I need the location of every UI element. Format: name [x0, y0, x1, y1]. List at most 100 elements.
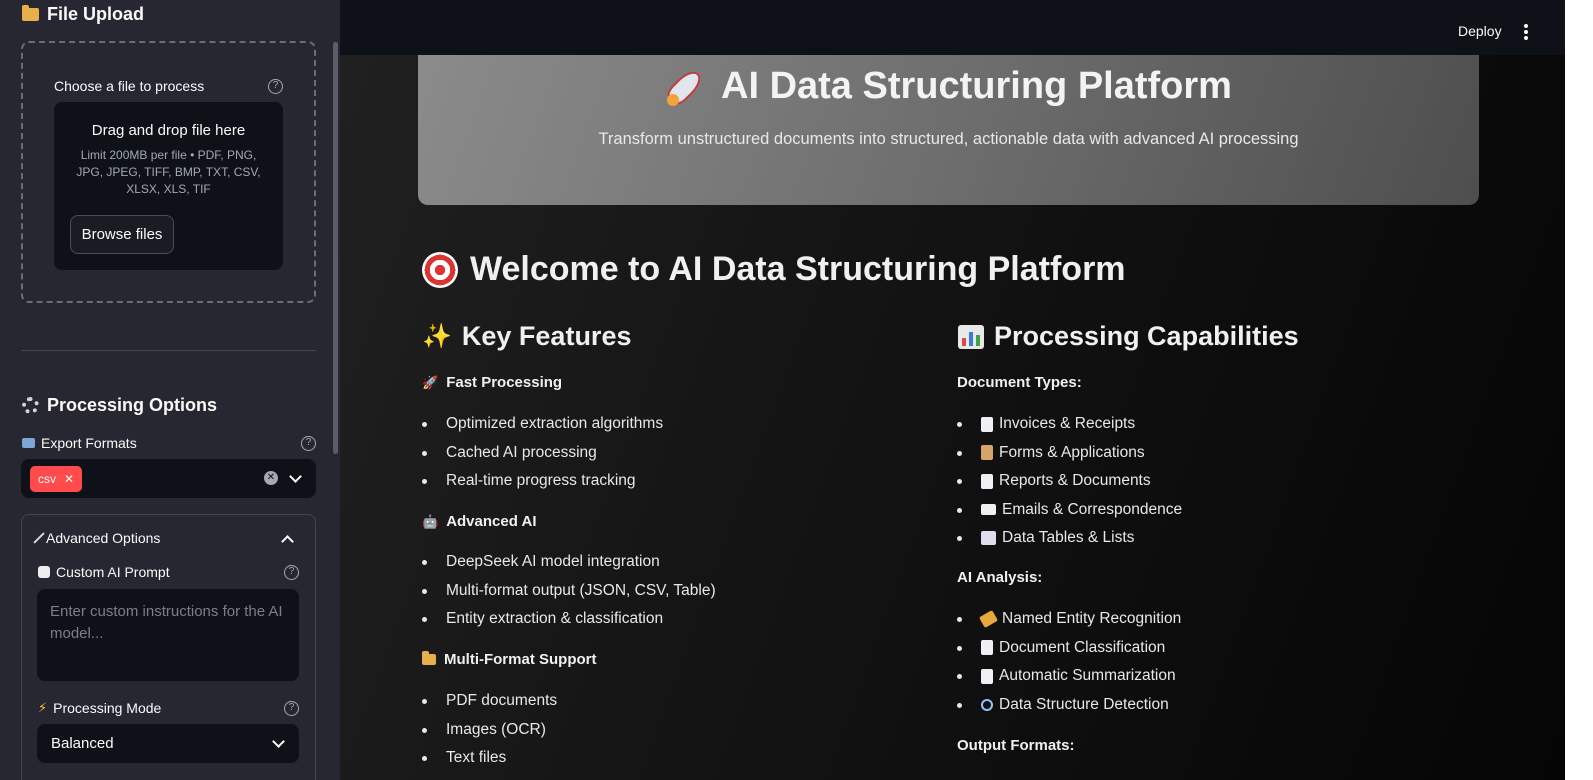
memo-icon [981, 473, 993, 489]
list-item-label: Reports & Documents [999, 472, 1151, 490]
list-item: Document Classification [955, 634, 1181, 663]
processing-mode-select[interactable]: Balanced [37, 724, 299, 763]
main-content: AI Data Structuring Platform Transform u… [340, 55, 1565, 780]
window-edge [1565, 0, 1593, 780]
advanced-options-header[interactable]: Advanced Options [33, 530, 296, 548]
fast-processing-heading: 🚀 Fast Processing [422, 374, 562, 391]
document-types-list: Invoices & Receipts Forms & Applications… [955, 410, 1182, 553]
sidebar-scrollbar[interactable] [332, 0, 340, 780]
advanced-options-label: Advanced Options [46, 530, 161, 546]
processing-mode-value: Balanced [51, 735, 114, 752]
multi-format-title: Multi-Format Support [444, 651, 597, 668]
processing-options-title: Processing Options [47, 395, 218, 415]
export-formats-label-group: Export Formats [22, 435, 137, 451]
app-header: Deploy [340, 0, 1593, 55]
list-item-label: Document Classification [999, 638, 1166, 656]
selected-format-tag[interactable]: csv ✕ [30, 466, 83, 492]
envelope-icon [981, 504, 996, 516]
file-dropzone[interactable]: Drag and drop file here Limit 200MB per … [54, 102, 283, 270]
processing-options-heading: Processing Options [22, 395, 217, 416]
sparkles-icon: ✨ [422, 323, 452, 350]
folder-icon [22, 5, 39, 21]
sidebar: File Upload Choose a file to process ? D… [0, 0, 340, 780]
list-item: Entity extraction & classification [420, 605, 716, 634]
list-item: Real-time progress tracking [420, 467, 663, 496]
uploader-label: Choose a file to process [54, 78, 205, 94]
file-upload-heading: File Upload [22, 4, 144, 25]
key-features-title: Key Features [461, 321, 632, 351]
list-item: Optimized extraction algorithms [420, 410, 663, 439]
page-icon [981, 640, 993, 656]
hero-title: AI Data Structuring Platform [721, 65, 1232, 107]
browse-files-button[interactable]: Browse files [70, 215, 174, 254]
bar-chart-icon [958, 324, 984, 349]
tag-label: csv [38, 472, 56, 486]
hero-title-row: AI Data Structuring Platform [418, 65, 1479, 108]
document-types-heading: Document Types: [957, 374, 1082, 391]
lightning-icon: ⚡ [38, 700, 48, 715]
help-icon[interactable]: ? [268, 78, 283, 94]
advanced-ai-list: DeepSeek AI model integration Multi-form… [420, 548, 716, 634]
memo-icon [981, 668, 993, 684]
export-formats-label: Export Formats [41, 435, 137, 451]
list-item-label: Data Tables & Lists [1002, 529, 1135, 547]
list-item: Multi-format output (JSON, CSV, Table) [420, 577, 716, 606]
main-menu-icon[interactable] [1524, 24, 1528, 42]
advanced-options-label-group: Advanced Options [33, 530, 161, 546]
list-item: DeepSeek AI model integration [420, 548, 716, 577]
sidebar-divider [21, 350, 316, 351]
hero-banner: AI Data Structuring Platform Transform u… [418, 55, 1479, 205]
list-item: Data Tables & Lists [955, 524, 1182, 553]
processing-mode-label: Processing Mode [53, 700, 162, 716]
list-item: PDF documents [420, 687, 557, 716]
file-upload-title: File Upload [47, 4, 145, 24]
list-item: Text files [420, 744, 557, 773]
list-item: Reports & Documents [955, 467, 1182, 496]
list-item: Named Entity Recognition [955, 605, 1181, 634]
welcome-title: Welcome to AI Data Structuring Platform [470, 250, 1126, 288]
deploy-button[interactable]: Deploy [1458, 23, 1502, 39]
capabilities-title: Processing Capabilities [994, 321, 1299, 351]
chevron-up-icon[interactable] [281, 534, 294, 548]
custom-prompt-label-group: Custom AI Prompt [38, 564, 170, 580]
inbox-tray-icon [22, 438, 35, 448]
help-icon[interactable]: ? [284, 564, 299, 580]
multi-format-heading: Multi-Format Support [422, 651, 596, 668]
clear-all-icon[interactable]: ✕ [264, 471, 278, 485]
dropzone-title: Drag and drop file here [91, 122, 246, 139]
custom-prompt-textarea[interactable]: Enter custom instructions for the AI mod… [37, 589, 299, 681]
chevron-down-icon[interactable] [272, 735, 285, 748]
remove-tag-icon[interactable]: ✕ [64, 472, 74, 486]
list-item: Cached AI processing [420, 439, 663, 468]
list-item: Emails & Correspondence [955, 496, 1182, 525]
gear-icon [22, 397, 39, 414]
fast-processing-title: Fast Processing [446, 374, 563, 391]
custom-prompt-label-row: Custom AI Prompt ? [38, 564, 299, 580]
help-icon[interactable]: ? [284, 700, 299, 716]
uploader-label-row: Choose a file to process ? [54, 78, 283, 94]
processing-mode-label-group: ⚡ Processing Mode [38, 700, 161, 716]
ai-analysis-list: Named Entity Recognition Document Classi… [955, 605, 1181, 719]
dropzone-limit-text: Limit 200MB per file • PDF, PNG, JPG, JP… [76, 148, 261, 196]
advanced-ai-heading: 🤖 Advanced AI [422, 513, 537, 530]
list-item-label: Forms & Applications [999, 443, 1145, 461]
list-item: Forms & Applications [955, 439, 1182, 468]
multi-format-list: PDF documents Images (OCR) Text files [420, 687, 557, 773]
list-item-label: Data Structure Detection [999, 695, 1169, 713]
output-formats-heading: Output Formats: [957, 737, 1075, 754]
robot-icon: 🤖 [422, 513, 439, 529]
help-icon[interactable]: ? [301, 435, 316, 451]
list-item-label: Emails & Correspondence [1002, 500, 1183, 518]
export-formats-label-row: Export Formats ? [22, 435, 316, 451]
list-item: Invoices & Receipts [955, 410, 1182, 439]
target-icon [422, 251, 458, 288]
export-formats-multiselect[interactable]: csv ✕ ✕ [21, 459, 316, 498]
sidebar-scrollbar-thumb[interactable] [333, 42, 338, 454]
ai-analysis-heading: AI Analysis: [957, 569, 1043, 586]
clipboard-icon [981, 445, 993, 461]
rocket-icon: 🚀 [422, 374, 439, 390]
advanced-ai-title: Advanced AI [446, 513, 537, 530]
chevron-down-icon[interactable] [289, 470, 302, 483]
fast-processing-list: Optimized extraction algorithms Cached A… [420, 410, 663, 496]
capabilities-heading: Processing Capabilities [958, 321, 1299, 352]
